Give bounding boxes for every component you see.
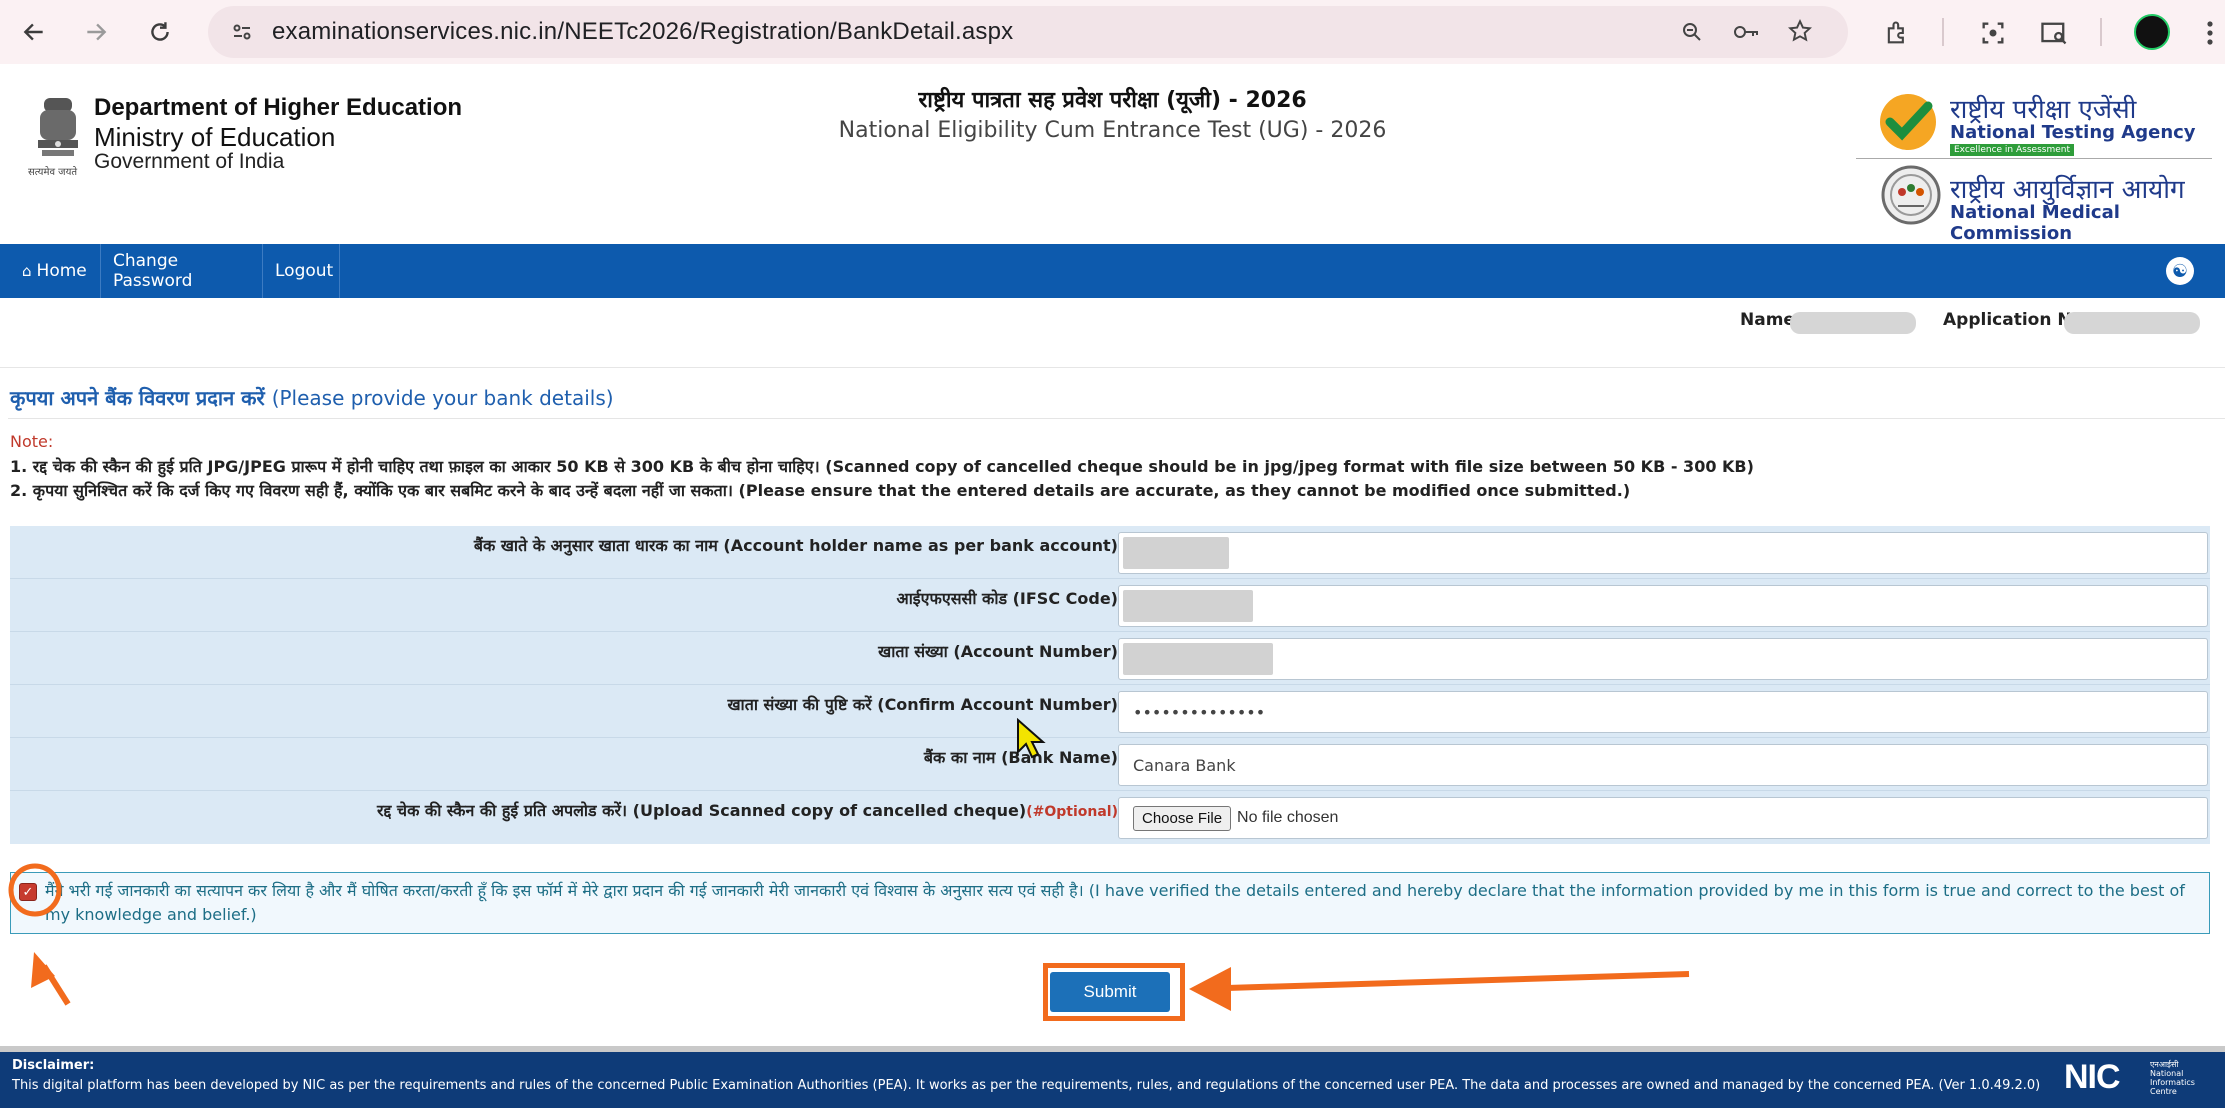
choose-file-button[interactable]: Choose File [1133,805,1232,831]
toolbar-divider [1942,18,1944,46]
address-bar[interactable]: examinationservices.nic.in/NEETc2026/Reg… [208,6,1848,58]
nic-logo: NIC [2064,1058,2121,1096]
accessibility-icon[interactable]: ☯ [2166,257,2194,285]
government-name: Government of India [94,150,285,173]
note-line-1: 1. रद्द चेक की स्कैन की हुई प्रति JPG/JP… [10,457,1754,476]
extensions-icon[interactable] [1882,18,1912,48]
home-icon: ⌂ [22,262,32,280]
form-row-ifsc: आईएफएससी कोड (IFSC Code) [10,579,2210,632]
account-holder-input[interactable] [1118,532,2208,574]
ifsc-label: आईएफएससी कोड (IFSC Code) [896,589,1118,608]
nav-home-label: Home [36,261,87,281]
key-icon[interactable] [1730,18,1762,46]
declaration-box: ✓ मैंने भरी गई जानकारी का सत्यापन कर लिय… [10,872,2210,934]
confirm-account-input[interactable]: •••••••••••••• [1118,691,2208,733]
upload-label: रद्द चेक की स्कैन की हुई प्रति अपलोड करे… [377,799,1118,821]
nta-logo-icon [1876,90,1940,154]
page-title: कृपया अपने बैंक विवरण प्रदान करें (Pleas… [10,384,614,411]
note-label: Note: [10,432,54,451]
application-no-label: Application No [1943,310,2084,330]
zoom-icon[interactable] [1678,18,1706,46]
footer: Disclaimer: This digital platform has be… [0,1046,2225,1108]
redacted-value [1123,537,1229,569]
browser-toolbar: examinationservices.nic.in/NEETc2026/Reg… [0,0,2225,64]
nta-tagline: Excellence in Assessment [1950,144,2074,156]
account-number-input[interactable] [1118,638,2208,680]
form-row-account-number: खाता संख्या (Account Number) [10,632,2210,685]
page-title-hindi: कृपया अपने बैंक विवरण प्रदान करें [10,386,265,410]
bank-details-form: बैंक खाते के अनुसार खाता धारक का नाम (Ac… [10,526,2210,844]
bank-name-input[interactable]: Canara Bank [1118,744,2208,786]
redacted-value [1123,643,1273,675]
nic-subtitle-hindi: एनआईसी [2150,1060,2179,1069]
form-row-bank-name: बैंक का नाम (Bank Name) Canara Bank [10,738,2210,791]
tab-search-icon[interactable] [2038,18,2070,48]
file-status-text: No file chosen [1237,809,1339,826]
site-header: सत्यमेव जयते Department of Higher Educat… [0,64,2225,244]
toolbar-divider [2100,18,2102,46]
account-number-label: खाता संख्या (Account Number) [878,642,1118,661]
form-row-upload: रद्द चेक की स्कैन की हुई प्रति अपलोड करे… [10,791,2210,844]
declaration-text: मैंने भरी गई जानकारी का सत्यापन कर लिया … [45,881,2185,924]
redacted-value [1123,590,1253,622]
account-holder-label: बैंक खाते के अनुसार खाता धारक का नाम (Ac… [473,536,1118,555]
nic-subtitle: एनआईसी National Informatics Centre [2150,1060,2210,1096]
site-settings-icon[interactable] [228,18,256,46]
page-title-english: (Please provide your bank details) [271,386,614,410]
optional-tag: (#Optional) [1026,804,1118,820]
nav-logout[interactable]: Logout [263,244,340,298]
user-name-label: Name [1740,310,1795,330]
nta-name-hindi: राष्ट्रीय परीक्षा एजेंसी [1950,95,2137,125]
nmc-name-hindi: राष्ट्रीय आयुर्विज्ञान आयोग [1950,175,2185,205]
submit-button[interactable]: Submit [1050,972,1170,1012]
submit-pointer-arrow [1189,967,1690,1011]
nav-logout-label: Logout [275,261,334,281]
bookmark-star-icon[interactable] [1786,17,1814,45]
bank-name-label: बैंक का नाम (Bank Name) [923,748,1118,767]
confirm-account-label: खाता संख्या की पुष्टि करें (Confirm Acco… [727,695,1118,714]
nav-change-password[interactable]: Change Password [101,244,263,298]
header-divider [1856,158,2212,159]
user-info-strip: Name Application No [0,298,2225,368]
forward-icon[interactable] [74,10,118,54]
back-icon[interactable] [12,10,56,54]
url-text: examinationservices.nic.in/NEETc2026/Reg… [272,18,1014,45]
note-line-2: 2. कृपया सुनिश्चित करें कि दर्ज किए गए व… [10,481,1631,500]
menu-dots-icon[interactable] [2200,18,2220,48]
upload-label-text: रद्द चेक की स्कैन की हुई प्रति अपलोड करे… [377,801,1027,820]
form-row-account-holder: बैंक खाते के अनुसार खाता धारक का नाम (Ac… [10,526,2210,579]
disclaimer-text: This digital platform has been developed… [12,1078,2041,1093]
emblem-caption: सत्यमेव जयते [28,167,78,178]
nav-change-password-label: Change Password [113,251,193,291]
nic-subtitle-english: National Informatics Centre [2150,1069,2195,1096]
reload-icon[interactable] [138,10,182,54]
lens-icon[interactable] [1978,18,2008,48]
main-navbar: ⌂ Home Change Password Logout ☯ [0,244,2225,298]
ifsc-input[interactable] [1118,585,2208,627]
nmc-name-english: National Medical Commission [1950,202,2120,244]
form-row-confirm-account: खाता संख्या की पुष्टि करें (Confirm Acco… [10,685,2210,738]
profile-avatar[interactable] [2134,14,2170,50]
user-name-redacted [1790,312,1916,334]
cheque-file-input: Choose File No file chosen [1118,797,2208,839]
title-divider [8,418,2225,419]
nta-name-english: National Testing Agency [1950,122,2196,143]
nmc-logo-icon [1880,164,1942,226]
application-no-redacted [2064,312,2200,334]
disclaimer-title: Disclaimer: [12,1058,95,1073]
nav-home[interactable]: ⌂ Home [10,244,101,298]
declaration-checkbox[interactable]: ✓ [19,883,37,901]
